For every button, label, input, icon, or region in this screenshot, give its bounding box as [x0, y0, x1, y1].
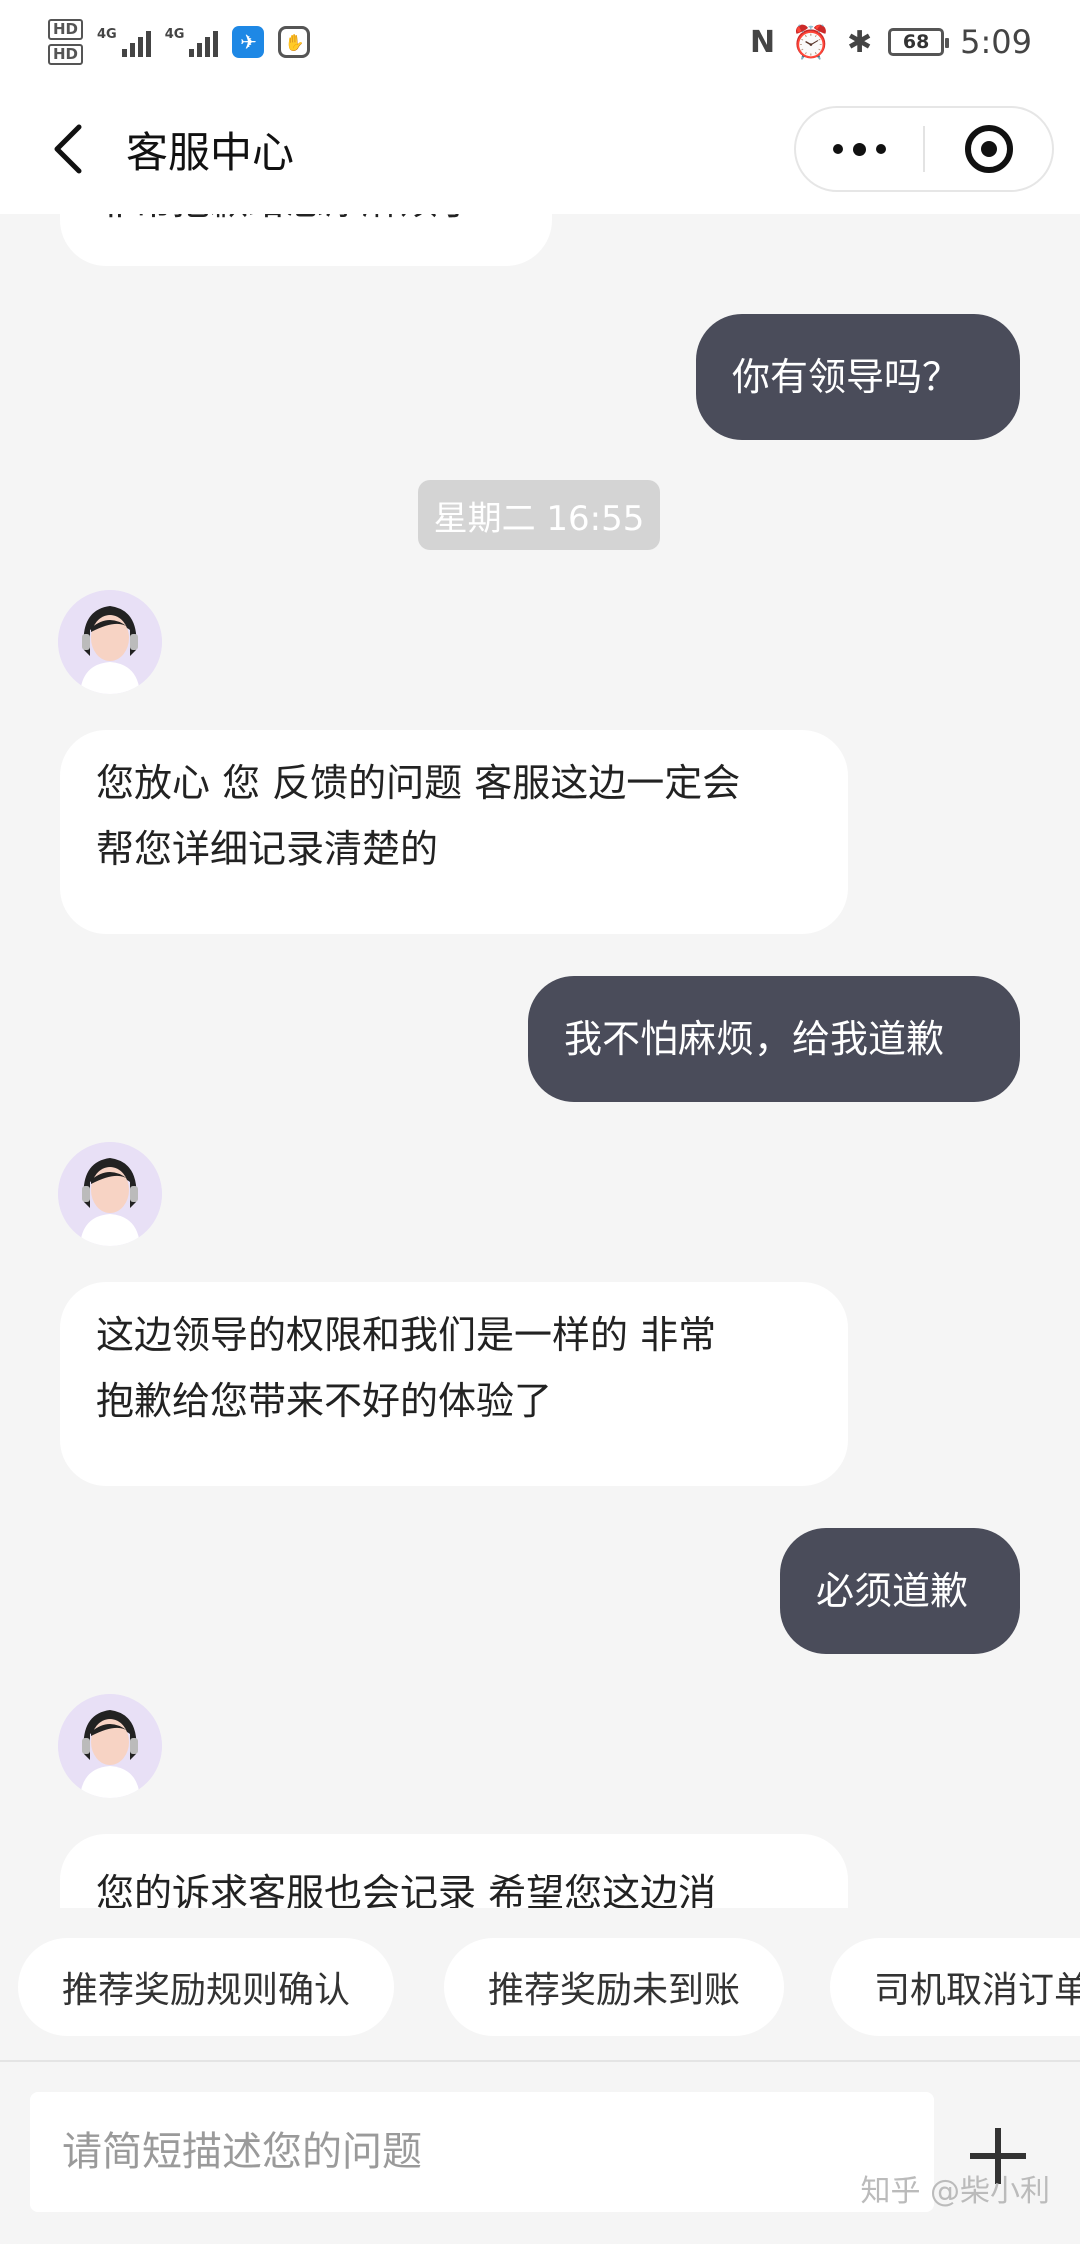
quick-reply-chip[interactable]: 推荐奖励规则确认	[18, 1938, 395, 2036]
dot-icon	[876, 144, 886, 154]
nfc-icon: N	[750, 24, 776, 60]
message-input[interactable]	[30, 2092, 934, 2212]
dot-icon	[853, 142, 866, 156]
status-left: HD HD 4G 4G ✈ ✋	[48, 19, 311, 65]
agent-avatar-icon	[58, 590, 162, 694]
quick-reply-chip[interactable]: 司机取消订单	[830, 1938, 1080, 2036]
page-title: 客服中心	[126, 127, 295, 177]
status-bar: HD HD 4G 4G ✈ ✋ N ⏰ ✱ 68 5:09	[0, 0, 1080, 84]
alarm-icon: ⏰	[791, 23, 831, 61]
shield-app-icon: ✋	[278, 26, 311, 58]
network-label-1: 4G	[97, 27, 117, 42]
message-text-line: 这边领导的权限和我们是一样的 非常	[96, 1313, 717, 1357]
message-text-line: 您放心 您 反馈的问题 客服这边一定会	[96, 761, 741, 805]
user-message: 我不怕麻烦，给我道歉	[528, 976, 1020, 1102]
app-notification-icon: ✈	[232, 26, 265, 58]
battery-level: 68	[902, 31, 930, 53]
dot-icon	[833, 144, 843, 154]
message-text: 我不怕麻烦，给我道歉	[564, 1017, 945, 1061]
bluetooth-icon: ✱	[847, 24, 873, 60]
message-text-line: 您的诉求客服也会记录 希望您这边消	[96, 1871, 717, 1908]
agent-avatar-icon	[58, 1694, 162, 1798]
message-text: 你有领导吗？	[732, 355, 961, 399]
back-button[interactable]	[38, 119, 98, 179]
hd-badge-2: HD	[48, 44, 84, 65]
avatar	[58, 1694, 162, 1798]
nav-bar: 客服中心	[0, 84, 1080, 214]
agent-message: 您放心 您 反馈的问题 客服这边一定会 帮您详细记录清楚的	[60, 730, 848, 934]
signal-icon-1: 4G	[97, 27, 151, 57]
hd-indicators: HD HD	[48, 19, 84, 65]
message-text: 必须道歉	[816, 1569, 969, 1613]
agent-message: 非常抱歉给您添麻烦了	[60, 214, 552, 266]
close-miniprogram-button[interactable]	[925, 108, 1052, 190]
quick-reply-bar: 推荐奖励规则确认 推荐奖励未到账 司机取消订单	[0, 1908, 1080, 2060]
quick-reply-chip[interactable]: 推荐奖励未到账	[444, 1938, 785, 2036]
user-message: 必须道歉	[780, 1528, 1020, 1654]
avatar	[58, 1142, 162, 1246]
chevron-left-icon	[54, 124, 82, 174]
input-bar	[0, 2060, 1080, 2244]
timestamp: 星期二 16:55	[418, 480, 660, 550]
agent-avatar-icon	[58, 1142, 162, 1246]
battery-icon: 68	[888, 28, 950, 56]
message-text-line: 抱歉给您带来不好的体验了	[96, 1379, 553, 1423]
more-button[interactable]	[796, 108, 923, 190]
miniprogram-capsule	[794, 106, 1054, 192]
network-label-2: 4G	[164, 27, 185, 42]
watermark: 知乎 @柴小利	[860, 2174, 1050, 2209]
agent-message: 这边领导的权限和我们是一样的 非常 抱歉给您带来不好的体验了	[60, 1282, 848, 1486]
message-text: 非常抱歉给您添麻烦了	[96, 214, 476, 223]
agent-message: 您的诉求客服也会记录 希望您这边消	[60, 1834, 848, 1908]
chat-area[interactable]: 非常抱歉给您添麻烦了 你有领导吗？ 星期二 16:55 您放心 您 反馈的问题 …	[0, 214, 1080, 1908]
message-text-line: 帮您详细记录清楚的	[96, 827, 439, 871]
user-message: 你有领导吗？	[696, 314, 1020, 440]
target-icon	[964, 125, 1013, 173]
signal-icon-2: 4G	[165, 27, 219, 57]
avatar	[58, 590, 162, 694]
clock: 5:09	[960, 23, 1032, 61]
hd-badge-1: HD	[48, 19, 84, 40]
status-right: N ⏰ ✱ 68 5:09	[750, 23, 1032, 61]
